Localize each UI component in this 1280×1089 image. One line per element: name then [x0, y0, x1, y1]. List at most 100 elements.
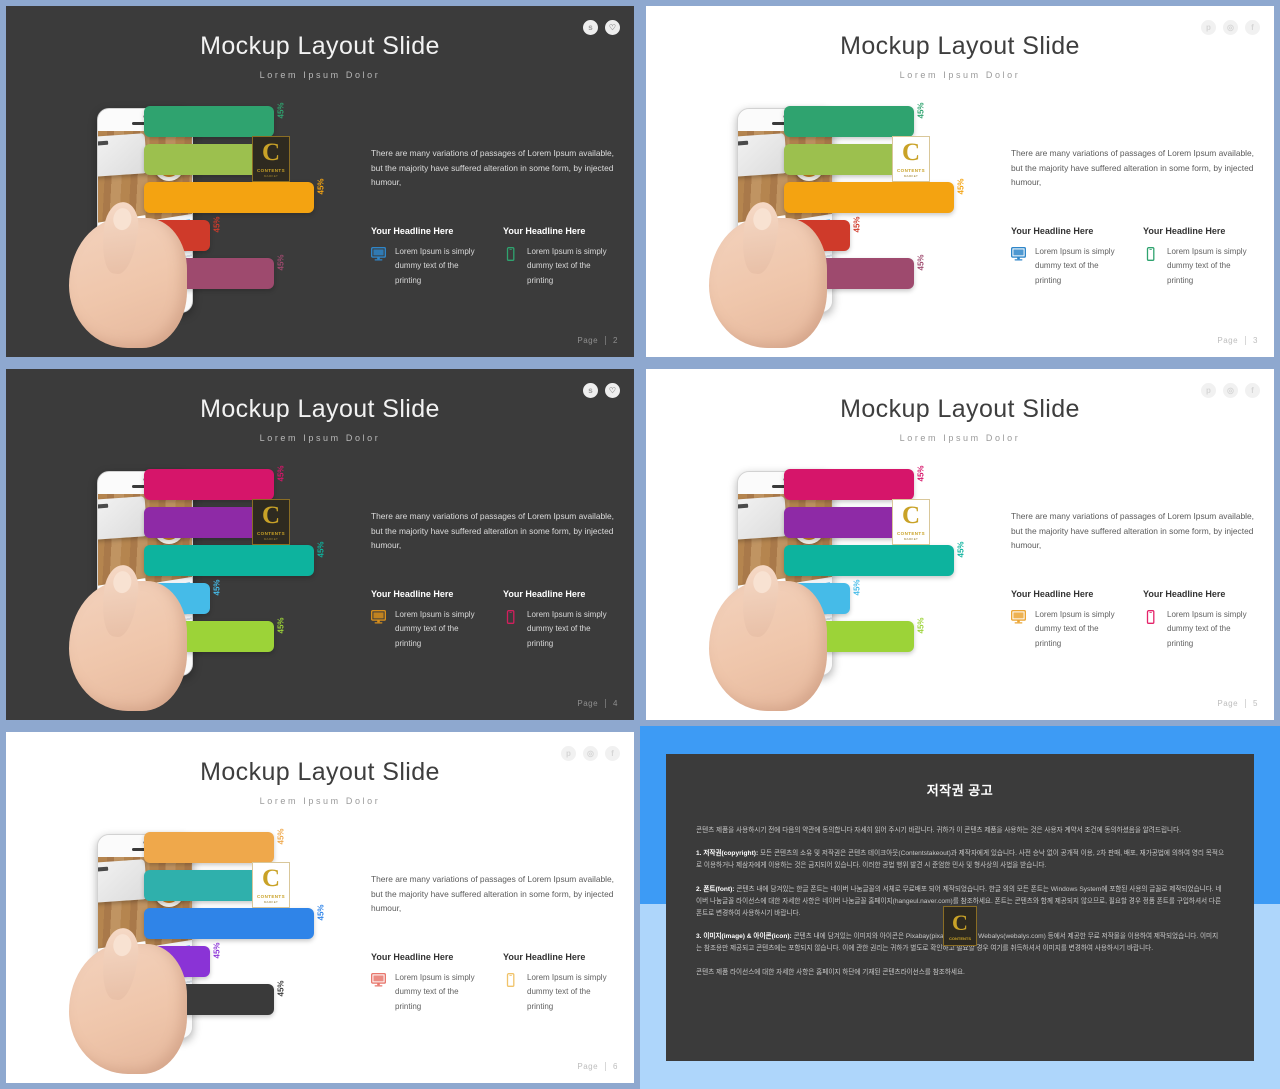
bar-3[interactable] [144, 545, 314, 576]
bar-1[interactable] [784, 106, 914, 137]
page-label: Page [1217, 699, 1239, 708]
feature-text: Lorem Ipsum is simply dummy text of the … [527, 610, 607, 648]
bar-1[interactable] [784, 469, 914, 500]
divider [1245, 699, 1247, 708]
slide-4[interactable]: s ♡ Mockup Layout Slide Lorem Ipsum Dolor 45… [6, 369, 634, 720]
slide-6[interactable]: p ◎ f Mockup Layout Slide Lorem Ipsum Dolor 4… [6, 732, 634, 1083]
divider [1245, 336, 1247, 345]
bar-row: 45% [144, 178, 384, 218]
page-title: Mockup Layout Slide [840, 395, 1080, 423]
feature-headline: Your Headline Here [1143, 226, 1226, 237]
instagram-icon[interactable]: ◎ [1223, 383, 1238, 398]
page-title: Mockup Layout Slide [200, 395, 440, 423]
badge-name: CONTENTS [257, 894, 285, 899]
notice-paragraph: 콘텐츠 제품을 사용하시기 전에 다음의 약관에 동의합니다 자세히 읽어 주시… [696, 827, 1181, 834]
slide-body: 45%45%45%45%45%CCONTENTSMARKETThere are … [646, 457, 1274, 711]
feature-headline: Your Headline Here [503, 226, 586, 237]
slide-cell-4[interactable]: s ♡ Mockup Layout Slide Lorem Ipsum Dolor 45… [0, 363, 640, 726]
bar-3[interactable] [784, 545, 954, 576]
bar-3[interactable] [784, 182, 954, 213]
feature-list: Your Headline Here Lorem Ipsum is simply … [370, 226, 626, 288]
p-icon[interactable]: p [561, 746, 576, 761]
page-label: Page [577, 336, 599, 345]
notice-paragraph: 콘텐츠 제품 라이선스에 대한 자세한 사항은 홈페이지 하단에 기재된 콘텐츠… [696, 968, 965, 976]
bar-value-label: 45% [316, 541, 326, 558]
copyright-notice-cell[interactable]: 저작권 공고 콘텐츠 제품을 사용하시기 전에 다음의 약관에 동의합니다 자세… [640, 726, 1280, 1089]
bar-3[interactable] [144, 182, 314, 213]
page-footer: Page 3 [1217, 336, 1258, 345]
page-number: 3 [1253, 336, 1258, 345]
page-footer: Page 2 [577, 336, 618, 345]
p-icon[interactable]: p [1201, 20, 1216, 35]
contents-badge: C CONTENTS MARKET [252, 136, 290, 182]
social-icons[interactable]: s ♡ [583, 383, 620, 398]
notice-body: 콘텐츠 제품을 사용하시기 전에 다음의 약관에 동의합니다 자세히 읽어 주시… [696, 825, 1224, 979]
badge-letter: C [952, 909, 968, 935]
slide-grid: s ♡ Mockup Layout Slide Lorem Ipsum Dolor 45… [0, 0, 1280, 1089]
bar-1[interactable] [144, 106, 274, 137]
text-column: There are many variations of passages of… [1010, 509, 1266, 651]
badge-letter: C [261, 139, 281, 166]
feature-item-1: Your Headline Here Lorem Ipsum is simply … [370, 226, 483, 288]
feature-headline: Your Headline Here [371, 589, 454, 600]
feature-item-2: Your Headline Here Lorem Ipsum is simply … [1143, 589, 1255, 651]
badge-sub: MARKET [263, 900, 279, 904]
page-title: Mockup Layout Slide [200, 758, 440, 786]
bar-value-label: 45% [852, 216, 862, 233]
bar-row: 45% [144, 541, 384, 581]
feature-text: Lorem Ipsum is simply dummy text of the … [1035, 247, 1115, 285]
bar-value-label: 45% [316, 178, 326, 195]
body-paragraph: There are many variations of passages of… [371, 148, 614, 188]
badge-sub: MARKET [903, 174, 919, 178]
bar-value-label: 45% [852, 579, 862, 596]
contents-badge: C CONTENTS MARKET [252, 499, 290, 545]
feature-text: Lorem Ipsum is simply dummy text of the … [395, 610, 475, 648]
slide-cell-6[interactable]: p ◎ f Mockup Layout Slide Lorem Ipsum Dolor 4… [0, 726, 640, 1089]
facebook-icon[interactable]: f [1245, 20, 1260, 35]
feature-item-2: Your Headline Here Lorem Ipsum is simply … [503, 589, 615, 651]
mobile-icon [1143, 245, 1159, 288]
slide-cell-2[interactable]: s ♡ Mockup Layout Slide Lorem Ipsum Dolor 45… [0, 0, 640, 363]
slide-5[interactable]: p ◎ f Mockup Layout Slide Lorem Ipsum Dolor 4… [646, 369, 1274, 720]
body-paragraph: There are many variations of passages of… [1011, 148, 1254, 188]
slide-cell-3[interactable]: p ◎ f Mockup Layout Slide Lorem Ipsum Dolor 4… [640, 0, 1280, 363]
page-label: Page [577, 699, 599, 708]
facebook-icon[interactable]: f [1245, 383, 1260, 398]
feature-text: Lorem Ipsum is simply dummy text of the … [395, 247, 475, 285]
slide-2[interactable]: s ♡ Mockup Layout Slide Lorem Ipsum Dolor 45… [6, 6, 634, 357]
contents-badge: C CONTENTS MARKET [252, 862, 290, 908]
feature-headline: Your Headline Here [371, 226, 454, 237]
social-icons[interactable]: s ♡ [583, 20, 620, 35]
slide-3[interactable]: p ◎ f Mockup Layout Slide Lorem Ipsum Dolor 4… [646, 6, 1274, 357]
heart-icon[interactable]: ♡ [605, 20, 620, 35]
bar-1[interactable] [144, 832, 274, 863]
feature-item-1: Your Headline Here Lorem Ipsum is simply … [370, 952, 483, 1014]
bar-1[interactable] [144, 469, 274, 500]
monitor-icon [1010, 245, 1027, 288]
text-column: There are many variations of passages of… [370, 509, 626, 651]
badge-sub: MARKET [263, 537, 279, 541]
bar-value-label: 45% [212, 579, 222, 596]
social-icons[interactable]: p ◎ f [1201, 20, 1260, 35]
contents-badge: C CONTENTS MARKET [892, 499, 930, 545]
s-icon[interactable]: s [583, 20, 598, 35]
social-icons[interactable]: p ◎ f [1201, 383, 1260, 398]
facebook-icon[interactable]: f [605, 746, 620, 761]
heart-icon[interactable]: ♡ [605, 383, 620, 398]
divider [605, 1062, 607, 1071]
notice-paragraph: 1. 저작권(copyright): 모든 콘텐츠의 소유 및 저작권은 콘텐츠… [696, 850, 1225, 870]
bar-3[interactable] [144, 908, 314, 939]
mobile-icon [503, 608, 519, 651]
badge-letter: C [901, 502, 921, 529]
instagram-icon[interactable]: ◎ [583, 746, 598, 761]
hand-image [69, 926, 187, 1074]
instagram-icon[interactable]: ◎ [1223, 20, 1238, 35]
bar-row: 45% [784, 541, 1024, 581]
s-icon[interactable]: s [583, 383, 598, 398]
p-icon[interactable]: p [1201, 383, 1216, 398]
feature-list: Your Headline Here Lorem Ipsum is simply … [1010, 589, 1266, 651]
page-title: Mockup Layout Slide [840, 32, 1080, 60]
social-icons[interactable]: p ◎ f [561, 746, 620, 761]
slide-cell-5[interactable]: p ◎ f Mockup Layout Slide Lorem Ipsum Dolor 4… [640, 363, 1280, 726]
page-number: 4 [613, 699, 618, 708]
